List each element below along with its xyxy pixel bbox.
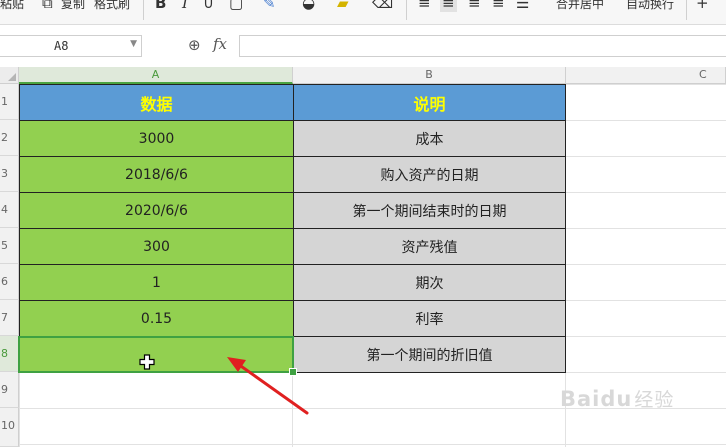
watermark-brand: Baidu — [560, 387, 633, 411]
watermark-suffix: 经验 — [634, 389, 675, 411]
baidu-watermark: Baidu 经验 — [560, 385, 674, 412]
annotation-arrow-icon — [227, 357, 309, 415]
